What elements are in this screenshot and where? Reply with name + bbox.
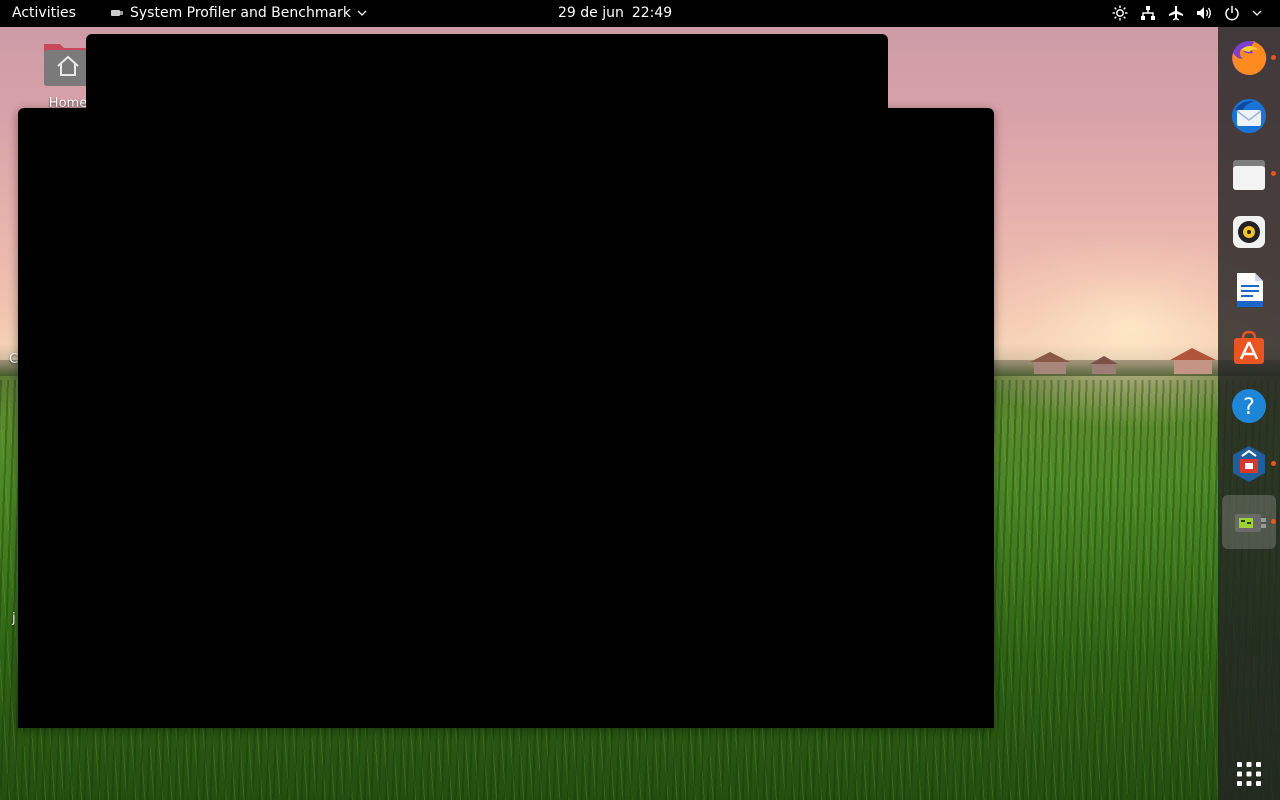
dock-item-system-profiler[interactable] (1222, 495, 1276, 549)
power-icon (1225, 6, 1239, 21)
system-profiler-window[interactable] (18, 108, 994, 728)
system-tray[interactable] (1112, 5, 1262, 21)
writer-icon (1237, 273, 1263, 307)
clock-time: 22:49 (631, 5, 673, 21)
running-indicator (1271, 461, 1276, 466)
clock-date: 29 de jun (558, 5, 624, 21)
dock-item-thunderbird[interactable] (1222, 89, 1276, 143)
dock-item-files[interactable] (1222, 147, 1276, 201)
firefox-icon (1232, 40, 1267, 75)
activities-button[interactable]: Activities (12, 5, 76, 21)
app-menu-icon (111, 10, 123, 16)
desktop-edge-label: C (9, 352, 19, 367)
running-indicator (1271, 55, 1276, 60)
dock-item-app-installer[interactable] (1222, 437, 1276, 491)
chevron-down-icon (357, 10, 367, 16)
running-indicator (1271, 171, 1276, 176)
volume-icon (1197, 7, 1211, 19)
help-icon: ? (1232, 389, 1266, 423)
dock-item-help[interactable]: ? (1222, 379, 1276, 433)
top-bar: Activities System Profiler and Benchmark… (0, 0, 1280, 27)
system-profiler-icon (1235, 514, 1266, 532)
thunderbird-icon (1232, 99, 1266, 133)
distant-houses (1030, 348, 1216, 374)
clock[interactable]: 29 de jun 22:49 (558, 5, 672, 21)
network-icon (1141, 6, 1155, 20)
app-menu[interactable]: System Profiler and Benchmark (110, 5, 367, 21)
show-applications-icon[interactable] (1232, 757, 1266, 791)
dock-item-rhythmbox[interactable] (1222, 205, 1276, 259)
package-installer-icon (1233, 446, 1265, 482)
dock: ? (1218, 27, 1280, 800)
desktop-edge-label: j (12, 611, 16, 626)
files-icon (1233, 160, 1265, 190)
chevron-down-icon (1252, 10, 1262, 16)
svg-text:?: ? (1243, 395, 1255, 420)
rhythmbox-icon (1233, 216, 1265, 248)
brightness-icon (1112, 5, 1128, 21)
app-menu-label: System Profiler and Benchmark (130, 5, 351, 21)
dock-item-libreoffice-writer[interactable] (1222, 263, 1276, 317)
airplane-mode-icon (1169, 6, 1183, 21)
running-indicator (1271, 519, 1276, 524)
software-store-icon (1234, 330, 1264, 364)
dock-item-firefox[interactable] (1222, 31, 1276, 85)
dock-item-ubuntu-software[interactable] (1222, 321, 1276, 375)
